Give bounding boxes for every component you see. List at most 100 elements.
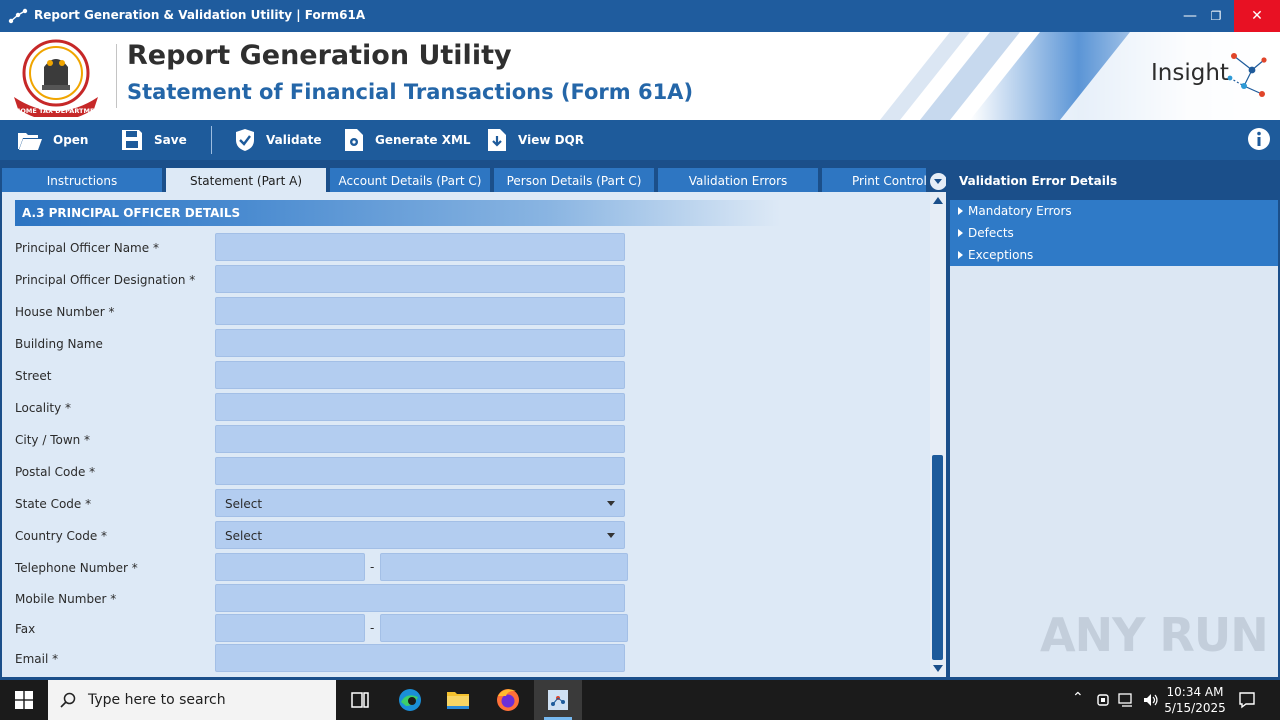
report-utility-icon bbox=[548, 690, 568, 710]
report-utility-taskbar-button[interactable] bbox=[534, 680, 582, 720]
country-code-value: Select bbox=[225, 529, 263, 543]
tab-overflow-dropdown-icon[interactable] bbox=[930, 173, 947, 190]
search-placeholder: Type here to search bbox=[88, 692, 226, 708]
open-button[interactable]: Open bbox=[17, 120, 88, 160]
validate-label: Validate bbox=[266, 133, 322, 147]
building-name-input[interactable] bbox=[215, 329, 625, 357]
ethernet-icon[interactable] bbox=[1118, 692, 1136, 708]
mobile-number-input[interactable] bbox=[215, 584, 625, 612]
edge-browser-icon[interactable] bbox=[386, 680, 434, 720]
page-subtitle: Statement of Financial Transactions (For… bbox=[127, 80, 694, 104]
city-town-label: City / Town * bbox=[15, 433, 91, 447]
scroll-thumb[interactable] bbox=[932, 455, 943, 660]
tab-print-control[interactable]: Print Control bbox=[822, 168, 926, 192]
building-name-label: Building Name bbox=[15, 337, 103, 351]
principal-officer-designation-input[interactable] bbox=[215, 265, 625, 293]
telephone-number-input[interactable] bbox=[380, 553, 628, 581]
section-header: A.3 PRINCIPAL OFFICER DETAILS bbox=[15, 200, 780, 226]
notification-icon[interactable] bbox=[1238, 691, 1256, 709]
info-icon[interactable] bbox=[1247, 127, 1271, 151]
state-code-select[interactable]: Select bbox=[215, 489, 625, 517]
postal-code-label: Postal Code * bbox=[15, 465, 96, 479]
form-panel: A.3 PRINCIPAL OFFICER DETAILS Principal … bbox=[2, 192, 930, 677]
file-explorer-icon[interactable] bbox=[434, 680, 482, 720]
telephone-separator: - bbox=[370, 560, 375, 574]
clock-time: 10:34 AM bbox=[1166, 685, 1224, 699]
generate-xml-button[interactable]: Generate XML bbox=[343, 120, 471, 160]
chevron-down-icon bbox=[607, 533, 615, 538]
tray-overflow-chevron-icon[interactable]: ⌃ bbox=[1072, 690, 1084, 706]
tab-person-details[interactable]: Person Details (Part C) bbox=[494, 168, 654, 192]
header-divider bbox=[116, 44, 117, 108]
insight-logo-icon bbox=[1227, 53, 1267, 97]
street-input[interactable] bbox=[215, 361, 625, 389]
file-download-icon bbox=[488, 129, 506, 151]
generate-xml-label: Generate XML bbox=[375, 133, 471, 147]
validation-panel-title: Validation Error Details bbox=[950, 160, 1278, 200]
logo-text: INCOME TAX DEPARTMENT bbox=[10, 107, 102, 115]
tree-item-defects[interactable]: Defects bbox=[950, 222, 1278, 244]
clock-date: 5/15/2025 bbox=[1164, 701, 1226, 715]
windows-taskbar: Type here to search ⌃ 10:34 AM 5/15/2025 bbox=[0, 680, 1280, 720]
locality-input[interactable] bbox=[215, 393, 625, 421]
principal-officer-name-label: Principal Officer Name * bbox=[15, 241, 159, 255]
view-dqr-button[interactable]: View DQR bbox=[486, 120, 584, 160]
validate-button[interactable]: Validate bbox=[234, 120, 322, 160]
save-button[interactable]: Save bbox=[120, 120, 187, 160]
firefox-icon[interactable] bbox=[484, 680, 532, 720]
window-title: Report Generation & Validation Utility |… bbox=[34, 8, 366, 22]
fax-number-input[interactable] bbox=[380, 614, 628, 642]
postal-code-input[interactable] bbox=[215, 457, 625, 485]
income-tax-emblem-logo: INCOME TAX DEPARTMENT bbox=[10, 39, 102, 117]
state-code-label: State Code * bbox=[15, 497, 92, 511]
tab-account-details[interactable]: Account Details (Part C) bbox=[330, 168, 490, 192]
telephone-number-label: Telephone Number * bbox=[15, 561, 138, 575]
tree-item-exceptions[interactable]: Exceptions bbox=[950, 244, 1278, 266]
close-button[interactable]: ✕ bbox=[1234, 0, 1280, 32]
scroll-down-arrow-icon[interactable] bbox=[933, 665, 943, 672]
country-code-select[interactable]: Select bbox=[215, 521, 625, 549]
email-input[interactable] bbox=[215, 644, 625, 672]
title-bar: Report Generation & Validation Utility |… bbox=[0, 0, 1280, 32]
file-gear-icon bbox=[345, 129, 363, 151]
street-label: Street bbox=[15, 369, 52, 383]
principal-officer-designation-label: Principal Officer Designation * bbox=[15, 273, 196, 287]
fax-label: Fax bbox=[15, 622, 36, 636]
tab-strip: Instructions Statement (Part A) Account … bbox=[0, 160, 948, 192]
taskbar-search-box[interactable]: Type here to search bbox=[48, 680, 336, 720]
save-label: Save bbox=[154, 133, 187, 147]
fax-std-code-input[interactable] bbox=[215, 614, 365, 642]
shield-check-icon bbox=[236, 129, 254, 151]
network-status-icon[interactable] bbox=[1096, 692, 1110, 708]
folder-open-icon bbox=[18, 133, 42, 150]
toolbar-separator bbox=[211, 126, 212, 154]
city-town-input[interactable] bbox=[215, 425, 625, 453]
tab-statement-part-a[interactable]: Statement (Part A) bbox=[166, 168, 326, 192]
task-view-icon[interactable] bbox=[336, 680, 384, 720]
view-dqr-label: View DQR bbox=[518, 133, 584, 147]
restore-button[interactable]: ❐ bbox=[1196, 0, 1236, 32]
tab-instructions[interactable]: Instructions bbox=[2, 168, 162, 192]
locality-label: Locality * bbox=[15, 401, 72, 415]
section-title: A.3 PRINCIPAL OFFICER DETAILS bbox=[22, 206, 241, 220]
chevron-down-icon bbox=[607, 501, 615, 506]
country-code-label: Country Code * bbox=[15, 529, 108, 543]
insight-brand: Insight bbox=[1151, 60, 1229, 86]
open-label: Open bbox=[53, 133, 89, 147]
search-icon bbox=[60, 692, 76, 708]
email-label: Email * bbox=[15, 652, 59, 666]
page-title: Report Generation Utility bbox=[127, 40, 512, 71]
volume-icon[interactable] bbox=[1142, 692, 1160, 708]
toolbar: Open Save Validate Generate XML View DQR bbox=[0, 120, 1280, 160]
system-clock[interactable]: 10:34 AM 5/15/2025 bbox=[1160, 684, 1230, 716]
house-number-label: House Number * bbox=[15, 305, 115, 319]
tab-validation-errors[interactable]: Validation Errors bbox=[658, 168, 818, 192]
tree-item-mandatory-errors[interactable]: Mandatory Errors bbox=[950, 200, 1278, 222]
windows-start-icon[interactable] bbox=[15, 691, 33, 709]
principal-officer-name-input[interactable] bbox=[215, 233, 625, 261]
telephone-std-code-input[interactable] bbox=[215, 553, 365, 581]
form-scrollbar[interactable] bbox=[930, 192, 946, 677]
house-number-input[interactable] bbox=[215, 297, 625, 325]
scroll-up-arrow-icon[interactable] bbox=[933, 197, 943, 204]
anyrun-watermark: ANY RUN bbox=[1040, 608, 1269, 662]
